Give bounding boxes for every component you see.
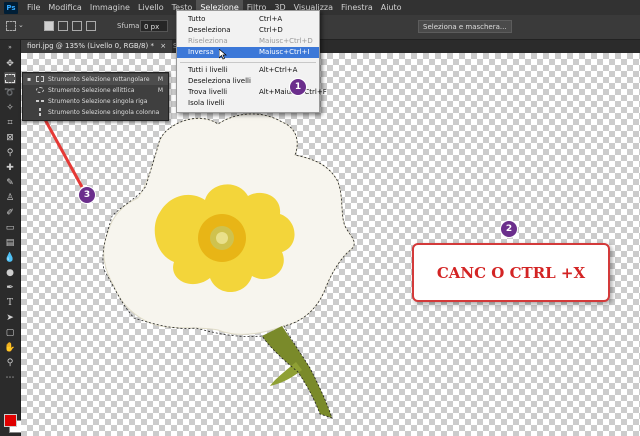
rectangular-marquee-option[interactable]: ▪ Strumento Selezione rettangolare M — [23, 74, 168, 85]
elliptical-marquee-option[interactable]: Strumento Selezione ellittica M — [23, 85, 168, 96]
single-column-marquee-option[interactable]: Strumento Selezione singola colonna — [23, 107, 168, 118]
menu-item-tutto[interactable]: Tutto Ctrl+A — [177, 14, 319, 25]
single-row-marquee-option[interactable]: Strumento Selezione singola riga — [23, 96, 168, 107]
menu-separator — [180, 62, 316, 63]
elliptical-marquee-icon — [36, 87, 44, 93]
menu-item-tutti-i-livelli[interactable]: Tutti i livelli Alt+Ctrl+A — [177, 65, 319, 76]
marquee-tool-flyout: ▪ Strumento Selezione rettangolare M Str… — [22, 72, 169, 121]
step-badge-2: 2 — [500, 220, 518, 238]
selezione-menu: Tutto Ctrl+A Deseleziona Ctrl+D Riselezion… — [176, 10, 327, 113]
selected-indicator-icon: ▪ — [27, 76, 32, 83]
step-badge-3: 3 — [78, 186, 96, 204]
menu-item-isola-livelli[interactable]: Isola livelli — [177, 98, 319, 109]
single-column-marquee-icon — [39, 108, 41, 116]
annotation-text: CANC O CTRL +X — [436, 263, 586, 282]
step-badge-1: 1 — [289, 78, 307, 96]
flower-image — [103, 113, 355, 418]
menu-item-inversa[interactable]: Inversa Maiusc+Ctrl+I — [177, 47, 319, 58]
mouse-cursor-icon — [219, 49, 227, 60]
rectangular-marquee-icon — [36, 76, 44, 82]
menu-item-deseleziona[interactable]: Deseleziona Ctrl+D — [177, 25, 319, 36]
single-row-marquee-icon — [36, 100, 44, 102]
foreground-color-swatch[interactable] — [4, 414, 17, 427]
menu-item-riseleziona: Riseleziona Maiusc+Ctrl+D — [188, 37, 313, 45]
canvas-artwork — [36, 55, 355, 419]
annotation-box: CANC O CTRL +X — [412, 243, 610, 302]
